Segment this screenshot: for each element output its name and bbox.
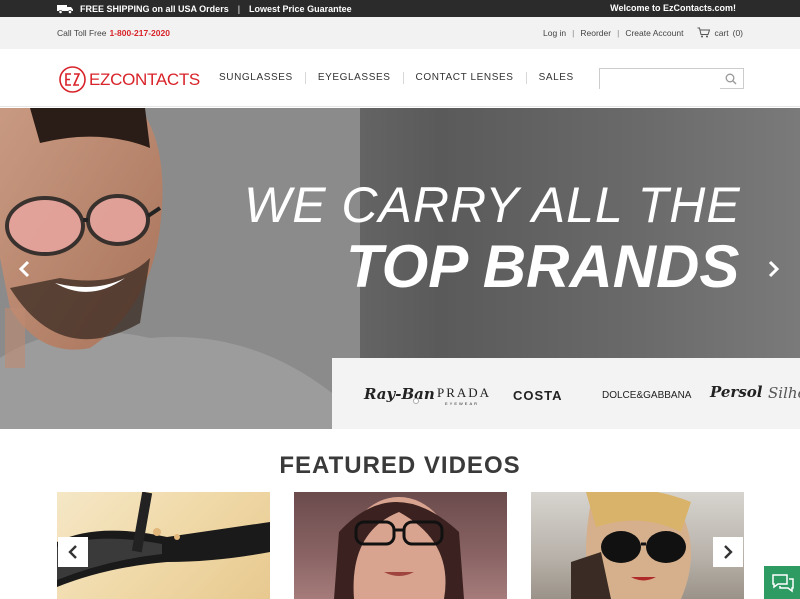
logo-text: EZCONTACTS — [89, 69, 200, 89]
search-icon[interactable] — [725, 73, 737, 85]
hero-headline-line1: WE CARRY ALL THE — [244, 177, 741, 233]
price-guarantee-text: Lowest Price Guarantee — [249, 3, 352, 14]
brand-logo-rayban: Ray-Ban — [364, 385, 435, 403]
welcome-text: Welcome to EzContacts.com! — [610, 3, 736, 13]
account-links: Log in | Reorder | Create Account cart (… — [543, 27, 743, 38]
cart-count: (0) — [732, 27, 743, 38]
reorder-link[interactable]: Reorder — [580, 28, 611, 38]
brand-logo-dolce-gabbana: DOLCE&GABBANA — [602, 390, 692, 401]
video-thumbnail[interactable] — [294, 492, 507, 599]
hero-slide-indicator[interactable] — [413, 398, 419, 404]
promo-bar: FREE SHIPPING on all USA Orders | Lowest… — [0, 0, 800, 17]
search-input[interactable] — [600, 69, 720, 89]
brand-logo-costa: COSTA — [513, 388, 563, 403]
brand-strip: Ray-Ban PRADA EYEWEAR COSTA DOLCE&GABBAN… — [332, 358, 800, 429]
cart-link[interactable]: cart — [714, 28, 728, 38]
utility-bar: Call Toll Free 1-800-217-2020 Log in | R… — [0, 17, 800, 49]
login-link[interactable]: Log in — [543, 28, 566, 38]
primary-menu: SUNGLASSES EYEGLASSES CONTACT LENSES SAL… — [207, 72, 586, 84]
video-thumbnail[interactable] — [57, 492, 270, 599]
hero-prev-arrow-icon[interactable] — [16, 260, 34, 278]
nav-item-sales[interactable]: SALES — [527, 72, 586, 84]
nav-item-sunglasses[interactable]: SUNGLASSES — [207, 72, 306, 84]
phone-number-link[interactable]: 1-800-217-2020 — [109, 28, 170, 38]
hero-banner[interactable]: WE CARRY ALL THE TOP BRANDS Ray-Ban PRAD… — [0, 108, 800, 429]
brand-logo-prada-sub: EYEWEAR — [445, 401, 480, 406]
create-account-link[interactable]: Create Account — [625, 28, 683, 38]
videos-next-button[interactable] — [713, 537, 743, 567]
cart-icon[interactable] — [697, 27, 711, 38]
site-logo[interactable]: EZCONTACTS — [59, 66, 200, 93]
hero-model-image — [0, 108, 360, 429]
nav-item-contact-lenses[interactable]: CONTACT LENSES — [404, 72, 527, 84]
live-chat-button[interactable] — [764, 566, 800, 599]
video-thumbnail-image — [57, 492, 270, 587]
hero-next-arrow-icon[interactable] — [764, 260, 782, 278]
video-thumbnail-image — [334, 497, 464, 599]
hero-headline-line2: TOP BRANDS — [346, 233, 740, 300]
main-nav: EZCONTACTS SUNGLASSES EYEGLASSES CONTACT… — [0, 49, 800, 107]
phone-label: Call Toll Free — [57, 28, 107, 38]
chevron-left-icon — [68, 545, 77, 559]
truck-icon — [57, 4, 73, 14]
chevron-right-icon — [724, 545, 733, 559]
link-separator: | — [617, 27, 620, 38]
brand-logo-silhouette: Silhouette — [768, 384, 800, 402]
chat-bubble-icon — [772, 574, 794, 593]
featured-videos-title: FEATURED VIDEOS — [279, 452, 521, 479]
link-separator: | — [572, 27, 575, 38]
ez-logo-icon — [59, 66, 86, 93]
search-box — [599, 68, 744, 89]
videos-prev-button[interactable] — [58, 537, 88, 567]
brand-logo-prada: PRADA — [437, 385, 492, 400]
nav-item-eyeglasses[interactable]: EYEGLASSES — [306, 72, 404, 84]
promo-separator: | — [237, 3, 241, 14]
brand-logo-persol: Persol — [710, 383, 763, 401]
free-shipping-text: FREE SHIPPING on all USA Orders — [80, 3, 229, 14]
